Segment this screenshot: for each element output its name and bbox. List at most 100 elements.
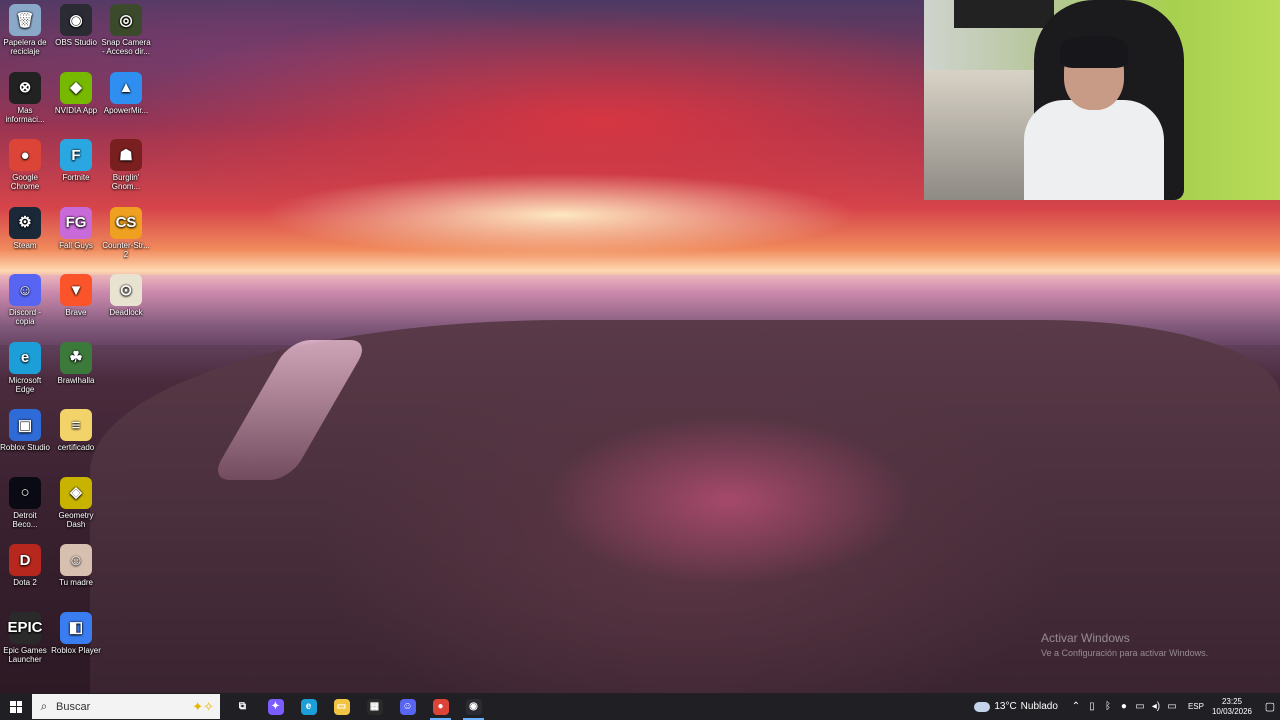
desktop-icon[interactable]: ▲ ApowerMir... (101, 68, 151, 115)
obs-icon: ◉ (60, 4, 92, 36)
desktop-icon[interactable]: ⚙ Steam (0, 203, 50, 250)
desktop-icon[interactable]: CS Counter-Str... 2 (101, 203, 151, 259)
desktop-icon-label: Snap Camera - Acceso dir... (101, 38, 151, 56)
taskbar-app-task-view[interactable]: ⧉ (226, 693, 259, 720)
desktop-icon[interactable]: ☘ Brawlhalla (51, 338, 101, 385)
desktop-icon[interactable]: ☺ Tu madre (51, 540, 101, 587)
weather-temp: 13°C (994, 701, 1017, 712)
desktop-icon[interactable]: EPIC Epic Games Launcher (0, 608, 50, 664)
taskbar-search-box[interactable]: ⌕ Buscar ✦✧ (32, 694, 220, 719)
desktop-icon[interactable]: ⊙ Deadlock (101, 270, 151, 317)
device-icon[interactable]: ▯ (1084, 701, 1100, 712)
copilot-icon: ✦ (267, 698, 284, 715)
desktop-icon-label: Fall Guys (59, 240, 93, 250)
chrome-icon: ● (432, 698, 449, 715)
desktop-icon-label: Roblox Player (51, 645, 101, 655)
discord-icon: ☺ (9, 274, 41, 306)
desktop-icon[interactable]: ◈ Geometry Dash (51, 473, 101, 529)
desktop-icon-label: Tu madre (59, 578, 93, 587)
desktop-icon-label: Steam (13, 240, 37, 250)
desktop-icon[interactable]: ☗ Burglin' Gnom... (101, 135, 151, 191)
desktop-icon-label: Fortnite (62, 173, 90, 182)
taskbar-pinned-apps: ⧉ ✦ e ▭ ▦ ☺ ● ◉ (226, 693, 490, 720)
desktop-icon-label: OBS Studio (55, 38, 97, 47)
weather-condition: Nublado (1020, 701, 1058, 712)
desktop-icon-label: Papelera de reciclaje (3, 38, 47, 56)
search-placeholder: Buscar (56, 700, 91, 713)
desktop-icon[interactable]: e Microsoft Edge (0, 338, 50, 394)
taskbar-app-copilot[interactable]: ✦ (259, 693, 292, 720)
desktop-icon[interactable]: 🗑 Papelera de reciclaje (0, 0, 50, 56)
desktop-icon[interactable]: ◎ Snap Camera - Acceso dir... (101, 0, 151, 56)
weather-widget[interactable]: 13°C Nublado (974, 701, 1058, 712)
taskbar-clock[interactable]: 23:25 10/03/2026 (1212, 697, 1252, 717)
desktop-icon-label: NVIDIA App (54, 105, 98, 115)
network-icon[interactable]: ▭ (1132, 701, 1148, 712)
desktop-icon-label: Detroit Beco... (12, 510, 38, 529)
geometry-dash-icon: ◈ (60, 476, 92, 509)
epic-games-icon: EPIC (8, 611, 43, 644)
desktop-icon[interactable]: ☺ Discord - copia (0, 270, 50, 326)
fall-guys-icon: FG (60, 206, 92, 239)
speaker-icon[interactable]: ◂) (1148, 701, 1164, 712)
desktop-icon-label: Google Chrome (10, 173, 40, 191)
taskbar-app-store[interactable]: ▦ (358, 693, 391, 720)
brave-icon: ▼ (60, 274, 92, 306)
brawlhalla-icon: ☘ (60, 341, 92, 374)
desktop-icon-label: Microsoft Edge (8, 375, 42, 394)
desktop-icon[interactable]: ○ Detroit Beco... (0, 473, 50, 529)
taskbar-app-edge[interactable]: e (292, 693, 325, 720)
taskbar: ⌕ Buscar ✦✧ ⧉ ✦ e ▭ ▦ ☺ ● ◉ 13°C Nublado ⌃ ▯ ᛒ … (0, 693, 1280, 720)
input-language[interactable]: ESP (1188, 702, 1204, 711)
burglin-gnomes-icon: ☗ (110, 139, 142, 171)
desktop-icon[interactable]: ◆ NVIDIA App (51, 68, 101, 115)
watermark-subtitle: Ve a Configuración para activar Windows. (1041, 648, 1209, 658)
bluetooth-icon[interactable]: ᛒ (1100, 701, 1116, 712)
desktop-icon[interactable]: F Fortnite (51, 135, 101, 182)
start-button[interactable] (0, 693, 32, 720)
chrome-icon: ● (9, 139, 41, 171)
desktop-icon[interactable]: ● Google Chrome (0, 135, 50, 191)
document-icon: ≡ (60, 409, 92, 441)
clock-time: 23:25 (1221, 696, 1242, 706)
fortnite-icon: F (60, 139, 92, 171)
desktop-icon-label: Burglin' Gnom... (111, 173, 141, 191)
steam-icon: ⚙ (9, 206, 41, 239)
desktop-icon[interactable]: ⊗ Mas informaci... (0, 68, 50, 124)
task-view-icon: ⧉ (238, 701, 247, 712)
edge-icon: e (300, 698, 317, 715)
desktop-icon[interactable]: ≡ certificado (51, 405, 101, 452)
desktop-icon-label: certificado (57, 443, 95, 452)
desktop-icon[interactable]: ▣ Roblox Studio (0, 405, 50, 452)
battery-icon[interactable]: ▭ (1164, 701, 1180, 712)
desktop-icon[interactable]: FG Fall Guys (51, 203, 101, 250)
desktop-icon[interactable]: ▼ Brave (51, 270, 101, 317)
taskbar-app-obs[interactable]: ◉ (457, 693, 490, 720)
search-icon: ⌕ (40, 699, 48, 713)
taskbar-app-file-explorer[interactable]: ▭ (325, 693, 358, 720)
obs-icon: ◉ (465, 698, 482, 715)
desktop-icon[interactable]: ◉ OBS Studio (51, 0, 101, 47)
cloud-icon (974, 701, 991, 712)
desktop-icon-label: Geometry Dash (58, 510, 94, 529)
desktop-icon-label: Counter-Str... 2 (102, 240, 150, 259)
desktop-icon-label: ApowerMir... (103, 105, 149, 115)
clock-date: 10/03/2026 (1211, 706, 1252, 716)
roblox-studio-icon: ▣ (9, 409, 41, 441)
desktop-icon-label: Brave (65, 308, 87, 317)
taskbar-app-chrome[interactable]: ● (424, 693, 457, 720)
counter-strike-icon: CS (110, 206, 142, 239)
image-file-icon: ☺ (60, 544, 92, 576)
nvidia-icon: ◆ (60, 71, 92, 104)
webcam-person-hair (1060, 36, 1128, 68)
desktop-icon-label: Deadlock (109, 308, 143, 317)
taskbar-app-discord[interactable]: ☺ (391, 693, 424, 720)
webcam-overlay (924, 0, 1280, 200)
desktop-icon[interactable]: D Dota 2 (0, 540, 50, 587)
microphone-icon[interactable]: ● (1116, 701, 1132, 712)
desktop-icon[interactable]: ◧ Roblox Player (51, 608, 101, 655)
windows-logo-icon (10, 700, 22, 713)
notification-icon[interactable]: ▢ (1260, 700, 1280, 713)
chevron-up-icon[interactable]: ⌃ (1068, 701, 1084, 712)
webcam-person-shirt (1024, 100, 1164, 200)
